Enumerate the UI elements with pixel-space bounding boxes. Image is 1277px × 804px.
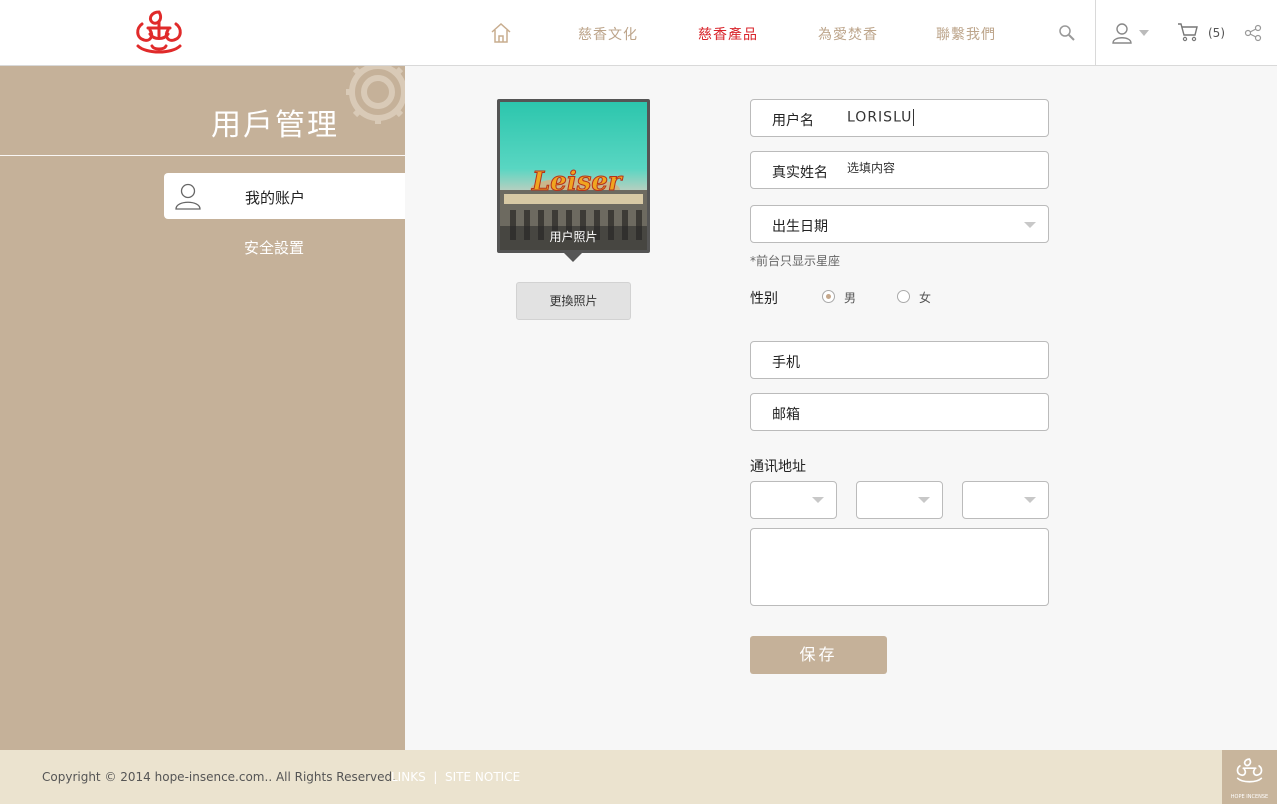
share-icon[interactable] — [1244, 24, 1262, 42]
district-select[interactable] — [962, 481, 1049, 519]
save-button[interactable]: 保存 — [750, 636, 887, 674]
user-photo[interactable]: Leiser 用户照片 — [497, 99, 650, 253]
gender-male-radio[interactable] — [822, 290, 835, 303]
footer-links: LINKS | SITE NOTICE — [391, 770, 520, 784]
top-header: 慈香文化 慈香產品 為愛焚香 聯繫我們 (5) — [0, 0, 1277, 66]
search-icon[interactable] — [1058, 24, 1076, 42]
province-select[interactable] — [750, 481, 837, 519]
gender-male-label: 男 — [844, 291, 857, 305]
page-footer: Copyright © 2014 hope-insence.com.. All … — [0, 750, 1277, 804]
footer-link-site-notice[interactable]: SITE NOTICE — [445, 770, 520, 784]
chevron-down-icon — [1024, 222, 1036, 228]
birthday-select[interactable]: 出生日期 — [750, 205, 1049, 243]
sidebar-title: 用戶管理 — [211, 108, 339, 143]
cart-icon[interactable] — [1177, 22, 1199, 42]
user-icon[interactable] — [1111, 22, 1133, 44]
username-field[interactable]: 用户名 LORISLU — [750, 99, 1049, 137]
address-label: 通讯地址 — [750, 459, 806, 475]
footer-link-links[interactable]: LINKS — [391, 770, 426, 784]
gender-female-label: 女 — [919, 291, 932, 305]
chevron-down-icon[interactable] — [1139, 30, 1149, 36]
brand-logo-icon[interactable] — [128, 6, 190, 60]
copyright-text: Copyright © 2014 hope-insence.com.. All … — [42, 770, 396, 784]
nav-incense-for-love[interactable]: 為愛焚香 — [818, 24, 878, 44]
change-photo-button[interactable]: 更換照片 — [516, 282, 631, 320]
person-icon — [175, 183, 201, 210]
sidebar-item-label: 我的账户 — [245, 189, 306, 207]
header-divider — [1095, 0, 1096, 66]
phone-label: 手机 — [772, 355, 800, 371]
nav-contact[interactable]: 聯繫我們 — [936, 24, 996, 44]
chevron-down-icon — [918, 497, 930, 503]
sidebar-divider — [0, 155, 405, 156]
cart-count: (5) — [1208, 26, 1225, 40]
home-icon[interactable] — [489, 21, 513, 45]
realname-field[interactable]: 真实姓名 — [750, 151, 1049, 189]
sidebar-item-security[interactable]: 安全設置 — [244, 237, 304, 258]
username-label: 用户名 — [772, 113, 814, 129]
city-select[interactable] — [856, 481, 943, 519]
gender-female-radio[interactable] — [897, 290, 910, 303]
address-detail-textarea[interactable] — [750, 528, 1049, 606]
chevron-down-icon — [1024, 497, 1036, 503]
svg-text:Leiser: Leiser — [531, 167, 624, 197]
birthday-label: 出生日期 — [772, 219, 828, 235]
brand-logo-icon — [1236, 758, 1263, 783]
email-label: 邮箱 — [772, 407, 800, 423]
nav-culture[interactable]: 慈香文化 — [578, 24, 638, 44]
account-sidebar: 用戶管理 我的账户 安全設置 — [0, 66, 405, 750]
chevron-down-icon — [812, 497, 824, 503]
email-field[interactable]: 邮箱 — [750, 393, 1049, 431]
realname-input[interactable] — [847, 161, 1037, 175]
gender-label: 性别 — [750, 291, 778, 307]
nav-products[interactable]: 慈香產品 — [698, 24, 758, 44]
username-value: LORISLU — [847, 109, 915, 126]
realname-label: 真实姓名 — [772, 165, 828, 181]
photo-label: 用户照片 — [549, 230, 598, 244]
footer-separator: | — [433, 770, 438, 784]
footer-logo[interactable]: HOPE INCENSE — [1222, 750, 1277, 804]
footer-logo-text: HOPE INCENSE — [1230, 794, 1269, 800]
birthday-note: *前台只显示星座 — [750, 254, 841, 268]
phone-field[interactable]: 手机 — [750, 341, 1049, 379]
photo-pointer — [564, 253, 582, 262]
sidebar-item-my-account[interactable]: 我的账户 — [164, 173, 405, 219]
